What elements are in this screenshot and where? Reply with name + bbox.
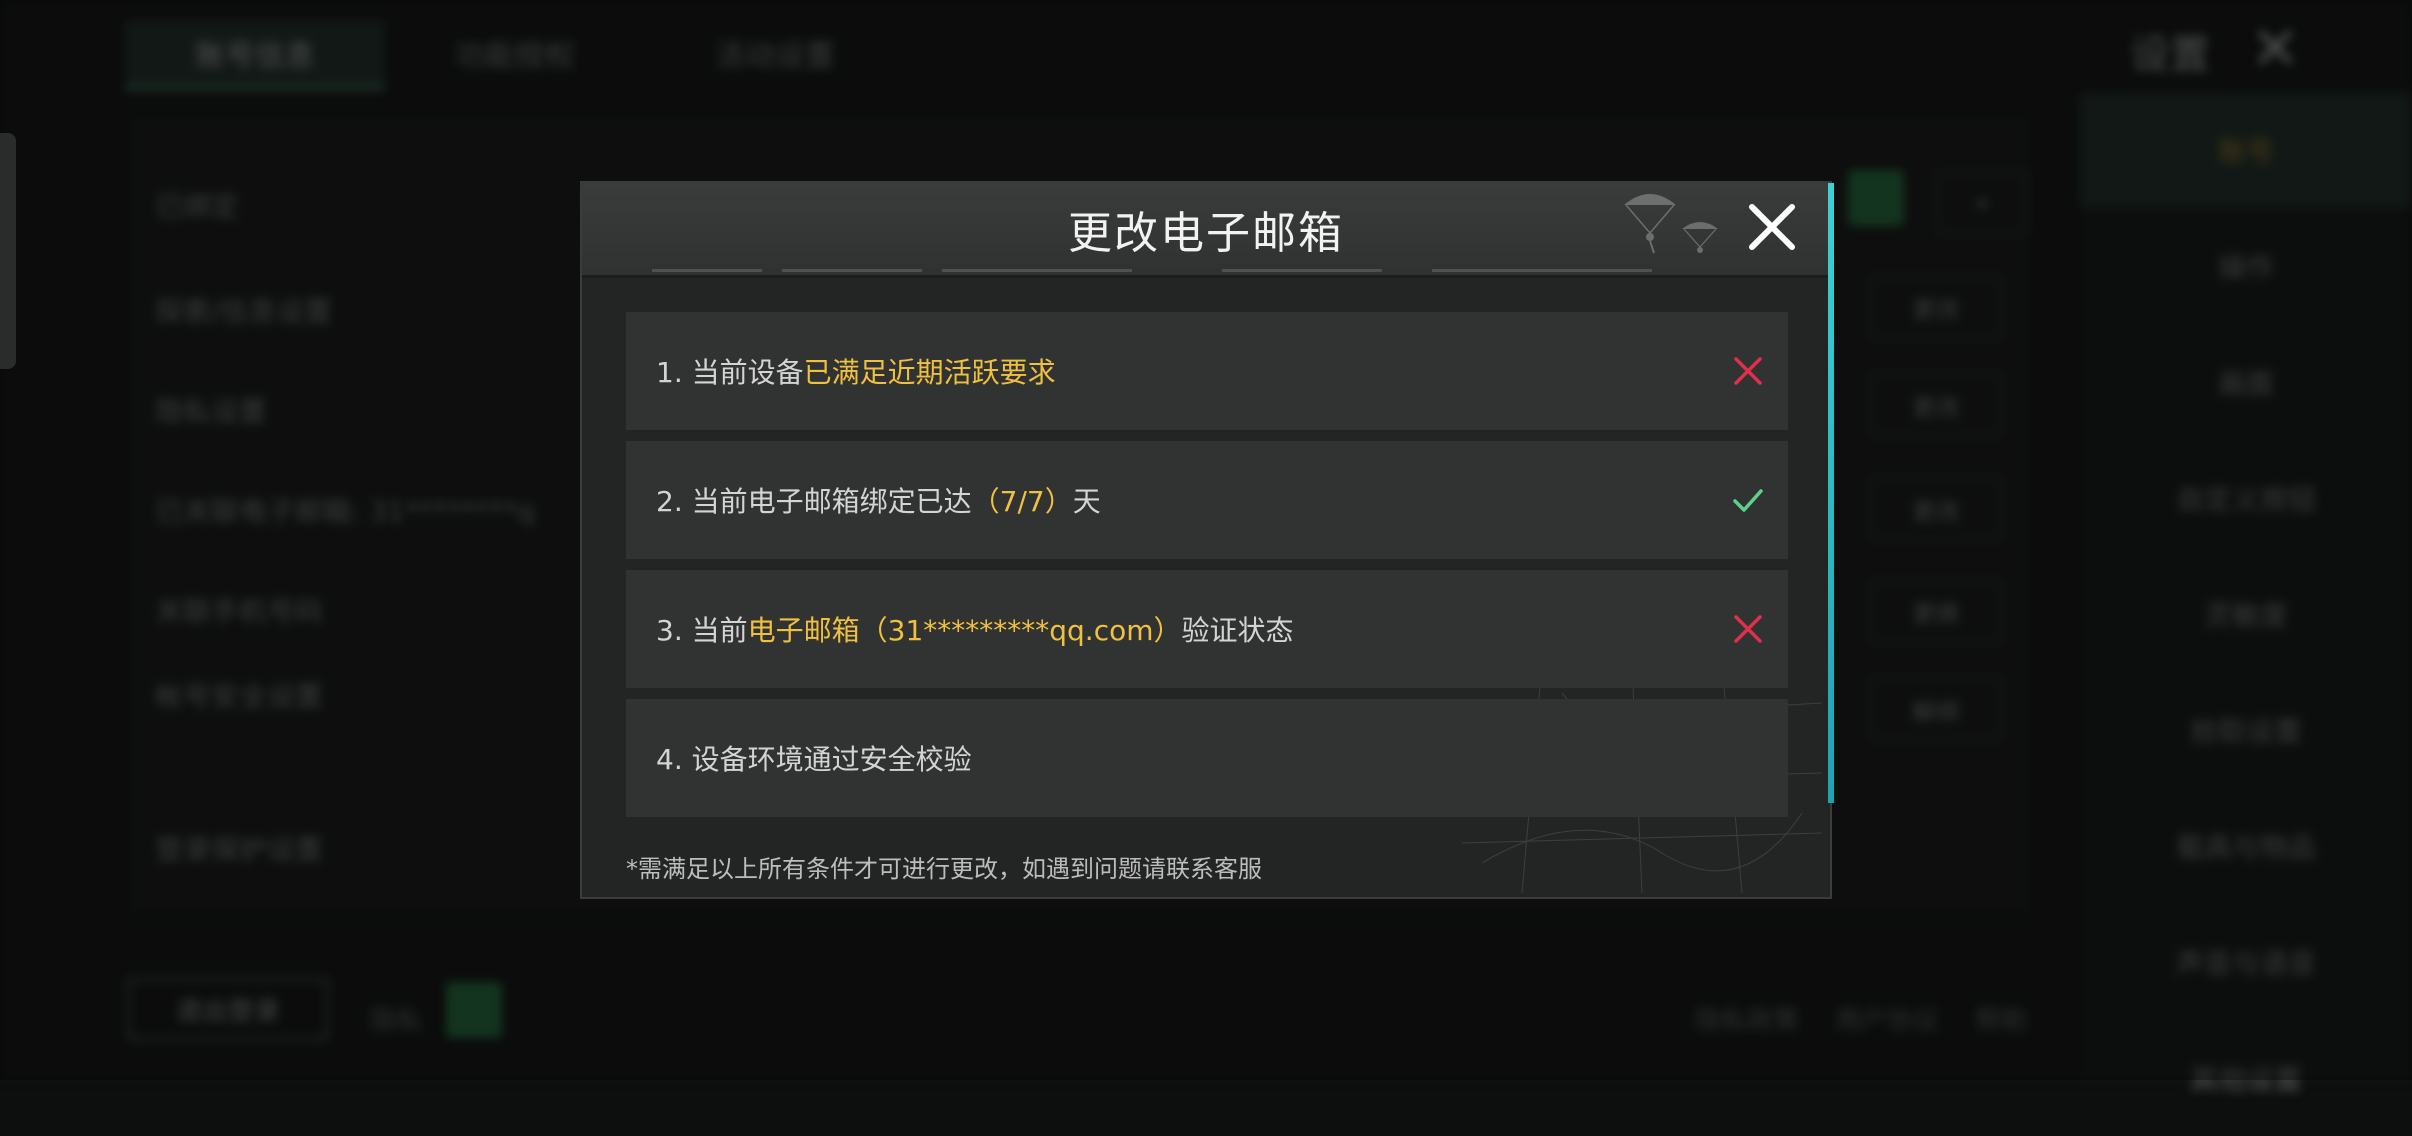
requirement-text: 1. 当前设备 已满足近期活跃要求 <box>656 356 1056 389</box>
requirement-row: 2. 当前电子邮箱绑定已达 （7/7）天 <box>626 441 1788 559</box>
requirement-row: 3. 当前 电子邮箱（31*********qq.com） 验证状态 <box>626 570 1788 688</box>
change-email-dialog: 更改电子邮箱 1. 当前设备 已满足近期活跃要求 2. 当前电子邮箱绑定已达 （… <box>580 181 1834 899</box>
requirement-text: 3. 当前 电子邮箱（31*********qq.com） 验证状态 <box>656 614 1294 647</box>
accent-edge <box>1828 183 1834 803</box>
requirements-footnote: *需满足以上所有条件才可进行更改，如遇到问题请联系客服 <box>626 855 1262 883</box>
cross-icon <box>1734 357 1762 385</box>
parachute-icon <box>1624 194 1718 254</box>
screen-edge-handle <box>0 133 16 369</box>
cross-icon <box>1734 615 1762 643</box>
check-icon <box>1733 489 1763 512</box>
requirement-row: 1. 当前设备 已满足近期活跃要求 <box>626 312 1788 430</box>
requirement-text: 2. 当前电子邮箱绑定已达 （7/7）天 <box>656 485 1101 518</box>
requirement-row: 4. 设备环境通过安全校验 <box>626 699 1788 817</box>
close-icon[interactable] <box>1742 197 1802 257</box>
requirement-text: 4. 设备环境通过安全校验 <box>656 743 972 776</box>
